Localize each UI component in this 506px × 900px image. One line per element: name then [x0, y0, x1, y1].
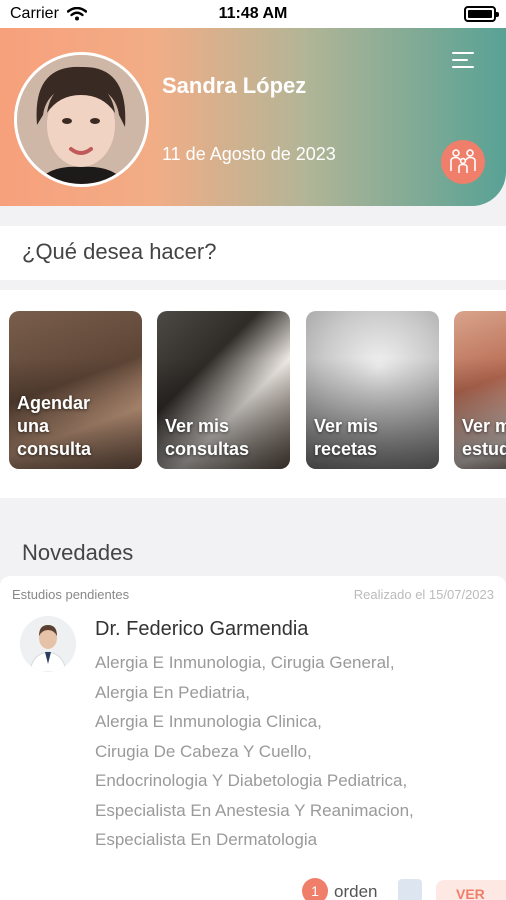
specialty-item: Especialista En Anestesia Y Reanimacion,: [95, 800, 414, 820]
news-section-title: Novedades: [22, 540, 134, 565]
current-date: 11 de Agosto de 2023: [162, 144, 336, 164]
doctor-avatar: [20, 616, 76, 672]
hamburger-menu-icon[interactable]: [452, 52, 474, 70]
action-card-consultations[interactable]: Ver mis consultas: [157, 311, 290, 469]
action-card-label: Ver mis recetas: [314, 416, 379, 459]
family-icon: [450, 149, 476, 173]
status-bar-left: Carrier: [10, 5, 87, 23]
question-section: ¿Qué desea hacer?: [0, 226, 506, 280]
document-icon[interactable]: [398, 879, 422, 900]
user-name: Sandra López: [162, 73, 307, 98]
profile-header: Sandra López 11 de Agosto de 2023: [0, 28, 506, 206]
specialty-item: Alergia En Pediatria,: [95, 682, 250, 702]
specialty-item: Alergia E Inmunologia Clinica,: [95, 712, 322, 731]
family-button[interactable]: [441, 140, 485, 184]
status-bar: Carrier 11:48 AM: [0, 0, 506, 28]
action-card-label: Ver mis estudios: [462, 416, 506, 459]
actions-carousel[interactable]: Agendar una consulta Ver mis consultas V…: [0, 290, 506, 498]
news-card-tag: Estudios pendientes: [12, 587, 130, 602]
user-avatar[interactable]: [14, 52, 149, 187]
carrier-label: Carrier: [10, 5, 59, 22]
action-card-label: Ver mis consultas: [165, 416, 250, 459]
wifi-icon: [66, 7, 87, 21]
orden-count-badge: 1: [302, 878, 328, 900]
news-card-date: Realizado el 15/07/2023: [353, 587, 494, 602]
action-card-schedule[interactable]: Agendar una consulta: [9, 311, 142, 469]
specialty-item: Alergia E Inmunologia, Cirugia General,: [95, 653, 395, 672]
news-card[interactable]: Estudios pendientes Realizado el 15/07/2…: [0, 576, 506, 900]
action-card-prescriptions[interactable]: Ver mis recetas: [306, 311, 439, 469]
battery-icon: [464, 6, 499, 22]
ver-button[interactable]: VER: [436, 880, 506, 900]
action-card-studies[interactable]: Ver mis estudios: [454, 311, 506, 469]
question-label: ¿Qué desea hacer?: [22, 239, 217, 264]
specialty-item: Especialista En Dermatologia: [95, 830, 318, 849]
doctor-name: Dr. Federico Garmendia: [95, 618, 309, 640]
orden-label: orden: [334, 882, 378, 900]
specialty-item: Endocrinologia Y Diabetologia Pediatrica…: [95, 771, 408, 790]
doctor-specialties: Alergia E Inmunologia, Cirugia General, …: [95, 648, 414, 855]
action-card-label: Agendar una consulta: [17, 393, 92, 459]
specialty-item: Cirugia De Cabeza Y Cuello,: [95, 741, 312, 761]
